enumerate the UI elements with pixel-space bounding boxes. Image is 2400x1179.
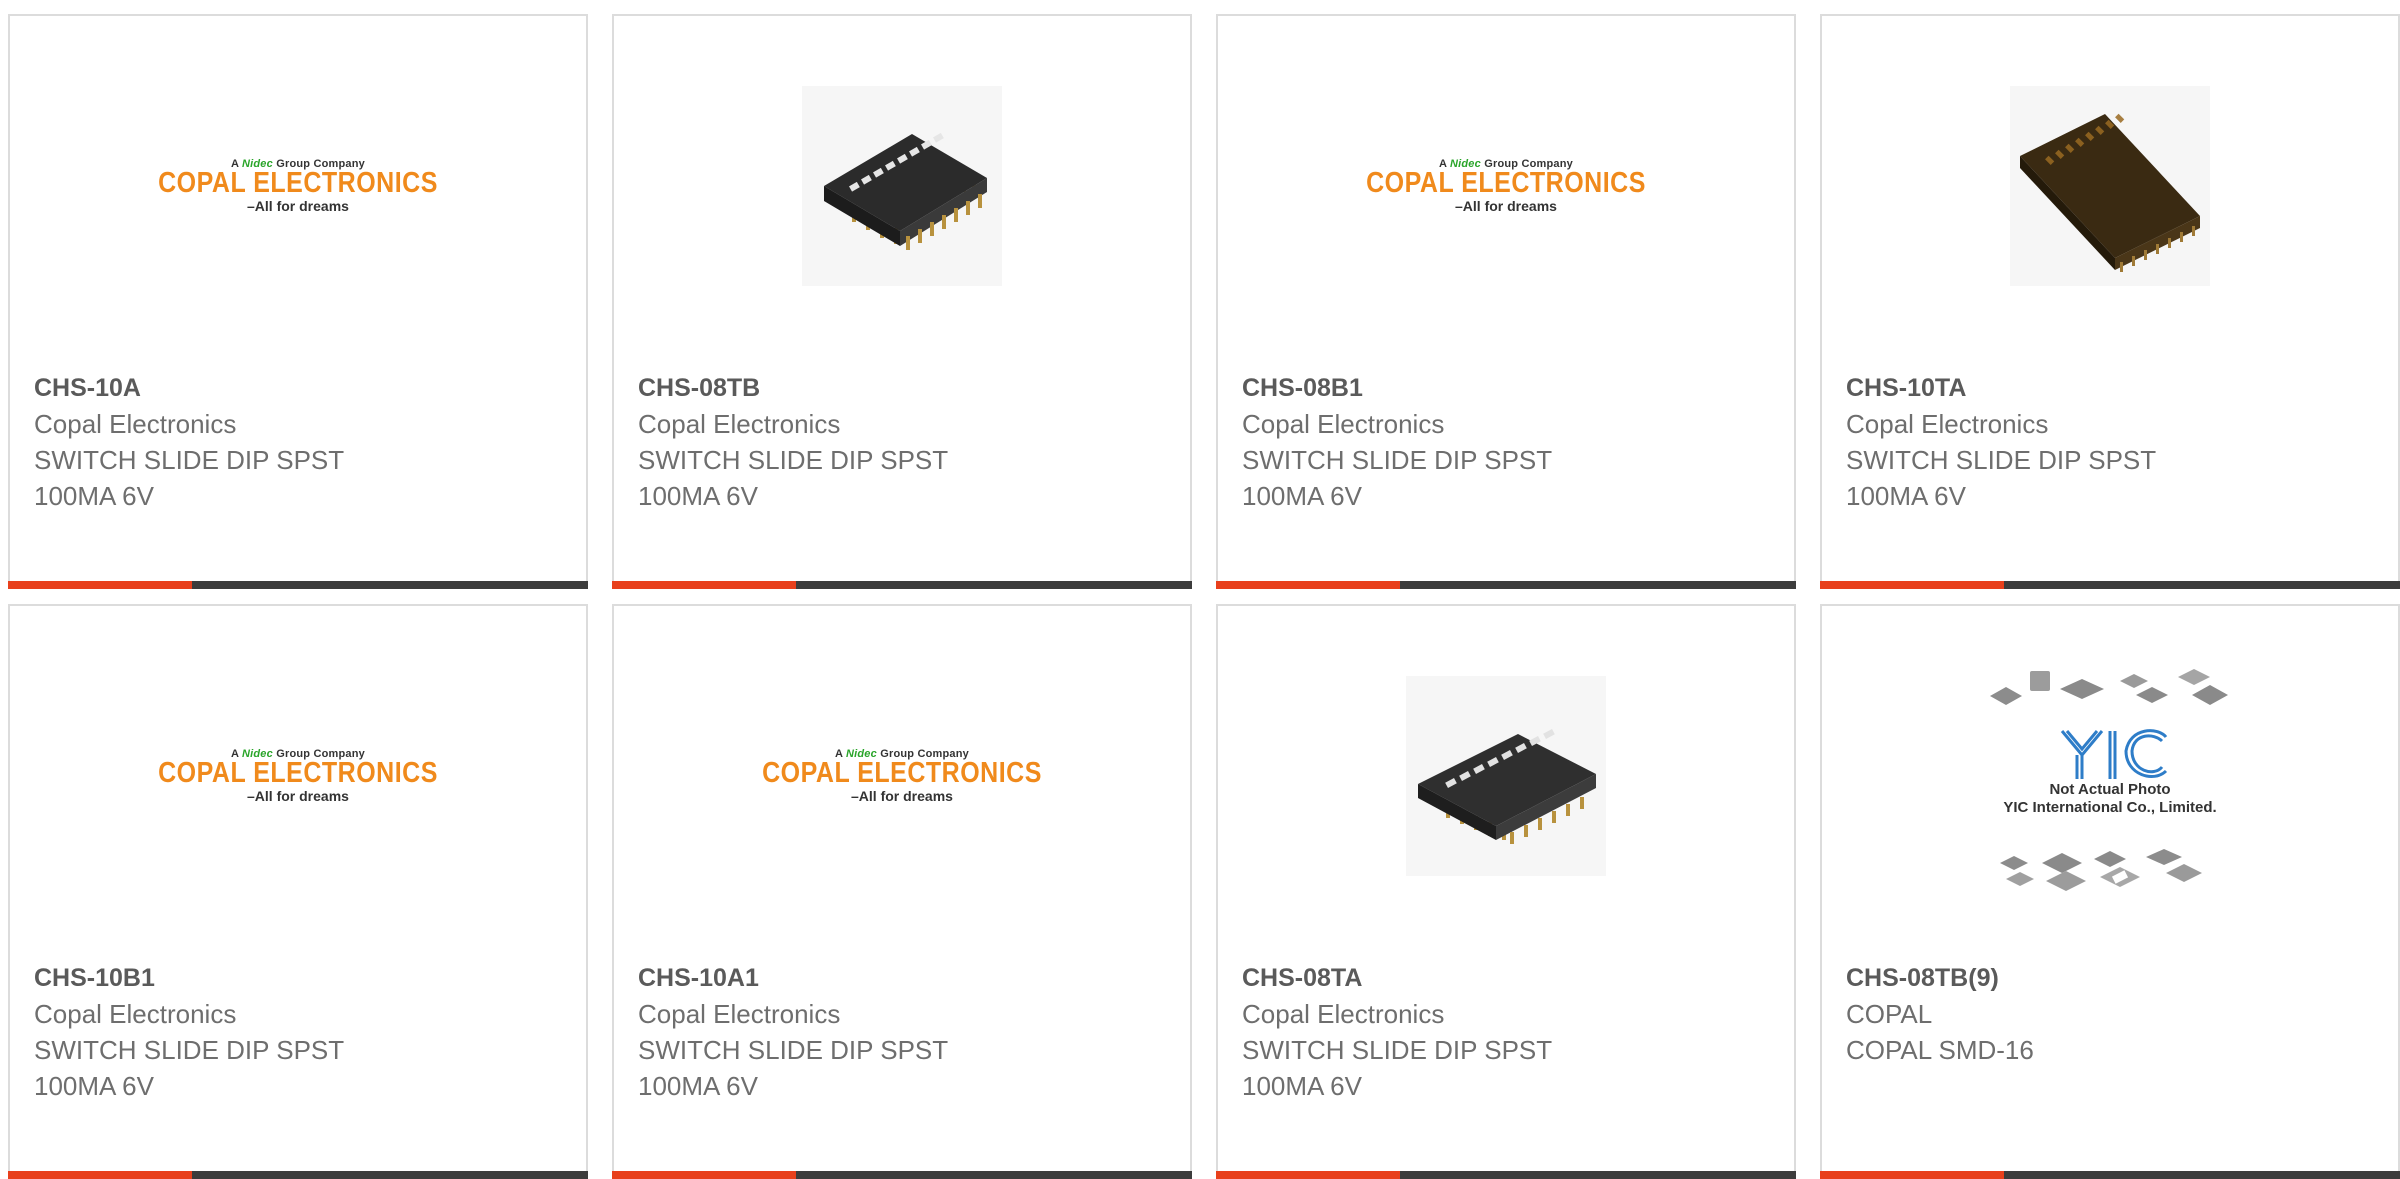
description: SWITCH SLIDE DIP SPST xyxy=(1846,445,2157,475)
description: SWITCH SLIDE DIP SPST xyxy=(1242,1035,1553,1065)
description-rating: 100MA 6V xyxy=(1242,481,1362,511)
description: COPAL SMD-16 xyxy=(1846,1035,2034,1065)
card-accent-bar xyxy=(1216,1171,1796,1179)
manufacturer: COPAL xyxy=(1846,999,1933,1029)
copal-logo: A Nidec Group Company COPAL ELECTRONICS … xyxy=(1366,158,1646,214)
manufacturer: Copal Electronics xyxy=(1242,409,1445,439)
product-grid: A Nidec Group Company COPAL ELECTRONICS … xyxy=(0,0,2400,1179)
part-number[interactable]: CHS-10A xyxy=(34,370,566,406)
copal-logo: A Nidec Group Company COPAL ELECTRONICS … xyxy=(158,158,438,214)
manufacturer: Copal Electronics xyxy=(1846,409,2049,439)
manufacturer: Copal Electronics xyxy=(34,999,237,1029)
description: SWITCH SLIDE DIP SPST xyxy=(638,445,949,475)
copal-logo: A Nidec Group Company COPAL ELECTRONICS … xyxy=(762,748,1042,804)
product-card[interactable]: A Nidec Group Company COPAL ELECTRONICS … xyxy=(612,604,1192,1179)
card-accent-bar xyxy=(8,581,588,589)
dip-switch-photo xyxy=(802,86,1002,286)
product-image[interactable] xyxy=(1822,16,2398,356)
description: SWITCH SLIDE DIP SPST xyxy=(1242,445,1553,475)
description-rating: 100MA 6V xyxy=(1242,1071,1362,1101)
product-image[interactable]: Not Actual Photo YIC International Co., … xyxy=(1822,606,2398,946)
description-rating: 100MA 6V xyxy=(638,1071,758,1101)
product-card[interactable]: A Nidec Group Company COPAL ELECTRONICS … xyxy=(8,604,588,1179)
copal-logo: A Nidec Group Company COPAL ELECTRONICS … xyxy=(158,748,438,804)
part-number[interactable]: CHS-10B1 xyxy=(34,960,566,996)
part-number[interactable]: CHS-08B1 xyxy=(1242,370,1774,406)
product-image[interactable] xyxy=(614,16,1190,356)
card-accent-bar xyxy=(1216,581,1796,589)
manufacturer: Copal Electronics xyxy=(638,999,841,1029)
product-image[interactable]: A Nidec Group Company COPAL ELECTRONICS … xyxy=(10,606,586,946)
description-rating: 100MA 6V xyxy=(638,481,758,511)
description: SWITCH SLIDE DIP SPST xyxy=(638,1035,949,1065)
part-number[interactable]: CHS-08TA xyxy=(1242,960,1774,996)
description-rating: 100MA 6V xyxy=(1846,481,1966,511)
description-rating: 100MA 6V xyxy=(34,481,154,511)
product-image[interactable]: A Nidec Group Company COPAL ELECTRONICS … xyxy=(1218,16,1794,356)
product-card[interactable]: A Nidec Group Company COPAL ELECTRONICS … xyxy=(1216,14,1796,589)
description: SWITCH SLIDE DIP SPST xyxy=(34,1035,345,1065)
placeholder-company: YIC International Co., Limited. xyxy=(2003,799,2217,816)
card-accent-bar xyxy=(612,581,1192,589)
description-rating: 100MA 6V xyxy=(34,1071,154,1101)
card-accent-bar xyxy=(8,1171,588,1179)
not-actual-photo-placeholder: Not Actual Photo YIC International Co., … xyxy=(1970,651,2250,901)
product-image[interactable]: A Nidec Group Company COPAL ELECTRONICS … xyxy=(10,16,586,356)
product-image[interactable]: A Nidec Group Company COPAL ELECTRONICS … xyxy=(614,606,1190,946)
part-number[interactable]: CHS-08TB xyxy=(638,370,1170,406)
product-image[interactable] xyxy=(1218,606,1794,946)
manufacturer: Copal Electronics xyxy=(1242,999,1445,1029)
dip-switch-photo-transparent xyxy=(2010,86,2210,286)
dip-switch-photo-flat xyxy=(1406,676,1606,876)
product-card[interactable]: CHS-10TA Copal Electronics SWITCH SLIDE … xyxy=(1820,14,2400,589)
manufacturer: Copal Electronics xyxy=(638,409,841,439)
manufacturer: Copal Electronics xyxy=(34,409,237,439)
product-card[interactable]: A Nidec Group Company COPAL ELECTRONICS … xyxy=(8,14,588,589)
part-number[interactable]: CHS-10A1 xyxy=(638,960,1170,996)
card-accent-bar xyxy=(612,1171,1192,1179)
product-card[interactable]: CHS-08TB Copal Electronics SWITCH SLIDE … xyxy=(612,14,1192,589)
card-accent-bar xyxy=(1820,1171,2400,1179)
product-card[interactable]: CHS-08TA Copal Electronics SWITCH SLIDE … xyxy=(1216,604,1796,1179)
card-accent-bar xyxy=(1820,581,2400,589)
part-number[interactable]: CHS-08TB(9) xyxy=(1846,960,2378,996)
placeholder-text: Not Actual Photo xyxy=(2049,781,2171,798)
description: SWITCH SLIDE DIP SPST xyxy=(34,445,345,475)
part-number[interactable]: CHS-10TA xyxy=(1846,370,2378,406)
product-card[interactable]: Not Actual Photo YIC International Co., … xyxy=(1820,604,2400,1179)
